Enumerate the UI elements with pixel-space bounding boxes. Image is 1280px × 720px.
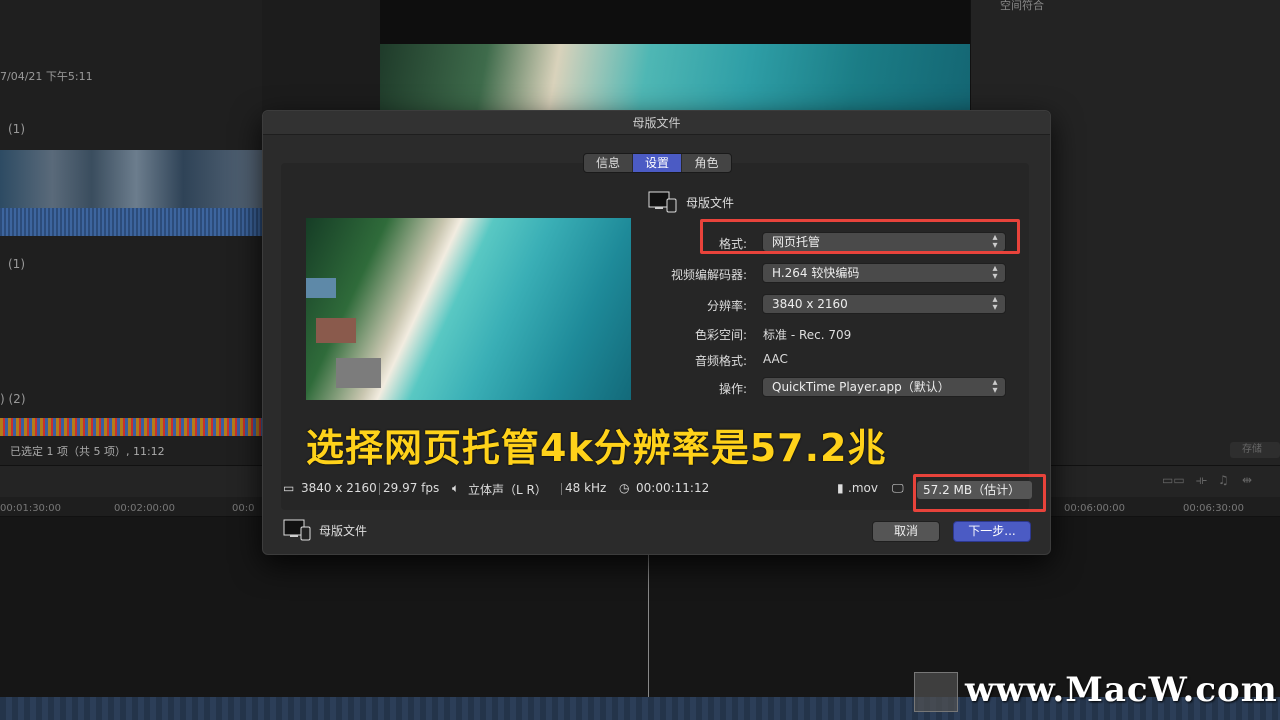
audio-format-label: 音频格式: <box>694 354 747 368</box>
footer-destination-label: 母版文件 <box>319 524 368 538</box>
tab-bar: 信息 设置 角色 <box>583 153 732 173</box>
preview-roof <box>316 318 356 343</box>
action-select[interactable]: QuickTime Player.app（默认） ▴ ▾ <box>762 377 1006 397</box>
inspector-label: 空间符合 <box>1000 0 1044 12</box>
clip-count: ) (2) <box>0 392 26 406</box>
tab-info[interactable]: 信息 <box>584 154 633 172</box>
playhead[interactable] <box>648 555 649 720</box>
info-sample-rate: 48 kHz <box>565 481 607 495</box>
ruler-tick: 00:01:30:00 <box>0 503 62 514</box>
action-label: 操作: <box>718 382 747 396</box>
chevron-up-down-icon: ▴ ▾ <box>992 294 998 313</box>
skimming-icon[interactable]: ⟛ <box>1196 473 1207 488</box>
speaker-icon: 🔈︎ <box>452 481 460 495</box>
viewer-header <box>380 0 970 44</box>
clip-count: (1) <box>8 122 25 136</box>
video-codec-value: H.264 较快编码 <box>772 266 860 280</box>
action-value: QuickTime Player.app（默认） <box>772 380 950 394</box>
separator <box>561 483 562 495</box>
snapping-icon[interactable]: ⇹ <box>1242 473 1252 487</box>
info-resolution: 3840 x 2160 <box>301 481 377 495</box>
resolution-select[interactable]: 3840 x 2160 ▴ ▾ <box>762 294 1006 314</box>
cancel-button[interactable]: 取消 <box>872 521 940 542</box>
preview-roof <box>336 358 381 388</box>
color-space-label: 色彩空间: <box>694 328 747 342</box>
frame-size-icon: ▭ <box>283 481 295 495</box>
master-file-icon <box>648 191 677 213</box>
display-icon: 🖵︎ <box>892 481 904 495</box>
video-codec-select[interactable]: H.264 较快编码 ▴ ▾ <box>762 263 1006 283</box>
info-audio: 立体声（L R） <box>468 483 547 497</box>
chevron-up-down-icon: ▴ ▾ <box>992 263 998 282</box>
audio-format-value: AAC <box>763 352 788 366</box>
file-size-estimate: 57.2 MB（估计） <box>917 481 1032 499</box>
format-select[interactable]: 网页托管 ▴ ▾ <box>762 232 1006 252</box>
separator <box>379 483 380 495</box>
ruler-tick: 00:0 <box>232 503 255 514</box>
ruler-tick: 00:02:00:00 <box>114 503 176 514</box>
info-duration: 00:00:11:12 <box>636 481 710 495</box>
audio-clip-strip[interactable] <box>0 418 262 436</box>
chevron-up-down-icon: ▴ ▾ <box>992 232 998 251</box>
info-extension: .mov <box>848 481 878 495</box>
resolution-label: 分辨率: <box>706 299 747 313</box>
headphones-icon[interactable]: ♫ <box>1218 473 1229 487</box>
info-fps: 29.97 fps <box>383 481 440 495</box>
clip-date: 7/04/21 下午5:11 <box>0 70 93 83</box>
dialog-title: 母版文件 <box>263 111 1050 135</box>
master-file-icon <box>283 519 311 541</box>
save-button[interactable]: 存储 <box>1230 442 1280 458</box>
tab-settings[interactable]: 设置 <box>633 154 682 172</box>
viewer-frame <box>380 44 970 110</box>
tutorial-caption: 选择网页托管4k分辨率是57.2兆 <box>306 426 887 470</box>
watermark-logo <box>914 672 958 712</box>
tab-roles[interactable]: 角色 <box>682 154 731 172</box>
chevron-up-down-icon: ▴ ▾ <box>992 377 998 396</box>
next-button[interactable]: 下一步... <box>953 521 1031 542</box>
clock-icon: ◷ <box>619 481 630 495</box>
clip-waveform <box>0 208 262 236</box>
clip-count: (1) <box>8 257 25 271</box>
destination-label: 母版文件 <box>686 196 735 210</box>
ruler-tick: 00:06:00:00 <box>1064 503 1126 514</box>
resolution-value: 3840 x 2160 <box>772 297 848 311</box>
preview-pool <box>306 278 336 298</box>
clip-filmstrip[interactable] <box>0 150 262 208</box>
watermark-text: www.MacW.com <box>965 670 1278 710</box>
format-label: 格式: <box>718 237 747 251</box>
selection-status: 已选定 1 项（共 5 项）, 11:12 <box>10 445 165 458</box>
color-space-value: 标准 - Rec. 709 <box>763 328 852 342</box>
format-value: 网页托管 <box>772 235 821 249</box>
share-dialog: 母版文件 信息 设置 角色 母版文件 格式: 网页托管 ▴ ▾ 视频编解码器: H… <box>262 110 1051 555</box>
video-preview-thumbnail <box>306 218 631 400</box>
file-icon: ▮ <box>837 481 844 495</box>
ruler-tick: 00:06:30:00 <box>1183 503 1245 514</box>
video-codec-label: 视频编解码器: <box>670 268 747 282</box>
clip-appearance-icon[interactable]: ▭▭ <box>1162 473 1185 487</box>
